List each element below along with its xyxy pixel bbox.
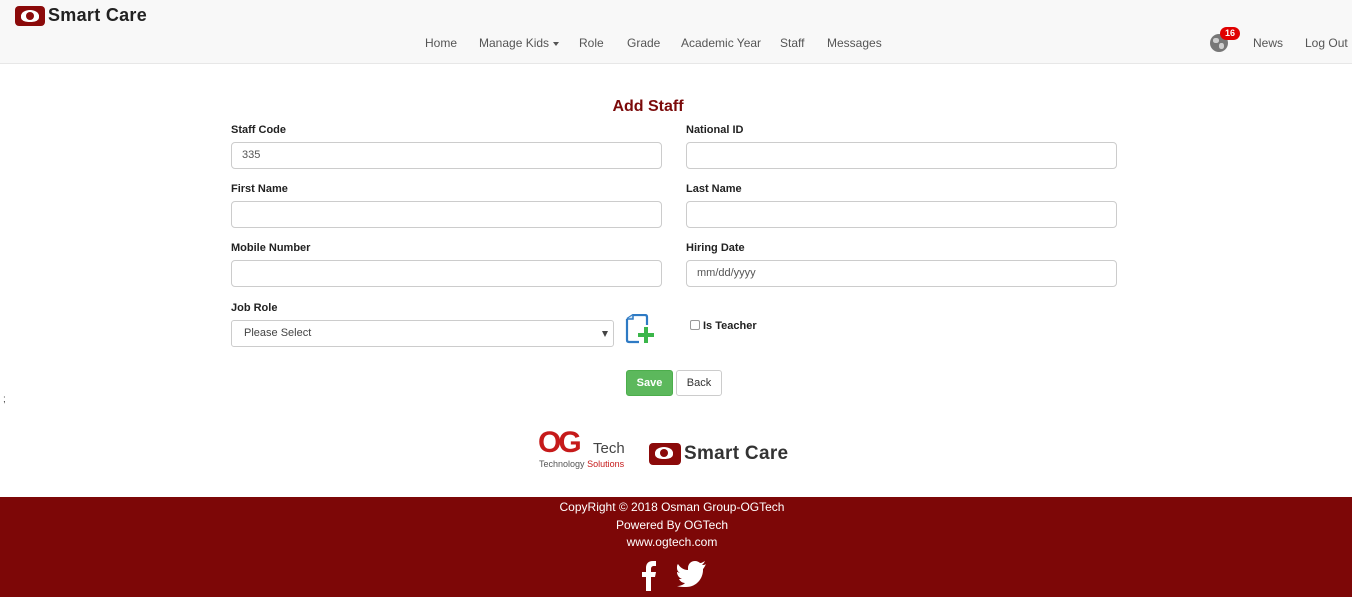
footer-copyright: CopyRight © 2018 Osman Group-OGTech <box>559 500 785 514</box>
job-role-select[interactable]: Please Select <box>231 320 614 347</box>
caret-down-icon <box>553 41 560 46</box>
brand-logo[interactable]: Smart Care <box>15 5 147 26</box>
nav-manage-kids[interactable]: Manage Kids <box>479 36 560 50</box>
nav-academic-year[interactable]: Academic Year <box>681 36 761 50</box>
nav-news[interactable]: News <box>1253 36 1283 50</box>
mobile-number-input[interactable] <box>231 260 662 287</box>
national-id-label: National ID <box>686 124 744 136</box>
nav-home[interactable]: Home <box>425 36 457 50</box>
back-button[interactable]: Back <box>676 370 722 396</box>
stray-text: ; <box>3 394 6 405</box>
smart-care-logo-icon <box>649 443 681 465</box>
nav-menu: Home Manage Kids Role Grade Academic Yea… <box>0 36 1352 52</box>
last-name-label: Last Name <box>686 183 742 195</box>
ogtech-tagline: Technology Solutions <box>539 459 624 469</box>
smart-care-logo-icon <box>15 5 45 26</box>
notification-badge: 16 <box>1220 27 1240 40</box>
smart-care-footer-logo: Smart Care <box>649 443 788 465</box>
ogtech-logo-word: Tech <box>593 440 625 457</box>
top-navbar: Smart Care Home Manage Kids Role Grade A… <box>0 0 1352 64</box>
job-role-label: Job Role <box>231 302 278 314</box>
nav-role[interactable]: Role <box>579 36 604 50</box>
mobile-number-label: Mobile Number <box>231 242 311 254</box>
nav-grade[interactable]: Grade <box>627 36 660 50</box>
hiring-date-input[interactable]: mm/dd/yyyy <box>686 260 1117 287</box>
page-title: Add Staff <box>612 98 684 115</box>
first-name-label: First Name <box>231 183 288 195</box>
ogtech-logo-letters: OG <box>538 426 582 459</box>
smart-care-footer-name: Smart Care <box>684 443 789 464</box>
facebook-icon[interactable] <box>640 561 660 591</box>
footer-website[interactable]: www.ogtech.com <box>0 535 1344 549</box>
brand-name: Smart Care <box>48 5 148 25</box>
save-button[interactable]: Save <box>626 370 673 396</box>
job-role-selected-value: Please Select <box>244 327 312 339</box>
twitter-icon[interactable] <box>677 561 707 587</box>
nav-logout[interactable]: Log Out <box>1305 36 1348 50</box>
is-teacher-label: Is Teacher <box>703 320 757 332</box>
staff-code-label: Staff Code <box>231 124 286 136</box>
ogtech-tagline-part2: Solutions <box>587 459 625 469</box>
dropdown-arrow-icon <box>602 331 608 337</box>
last-name-input[interactable] <box>686 201 1117 228</box>
hiring-date-label: Hiring Date <box>686 242 745 254</box>
national-id-input[interactable] <box>686 142 1117 169</box>
first-name-input[interactable] <box>231 201 662 228</box>
footer-powered-by: Powered By OGTech <box>615 518 729 532</box>
add-document-icon[interactable] <box>625 314 657 344</box>
is-teacher-checkbox[interactable] <box>690 320 700 330</box>
ogtech-logo: OG Tech Technology Solutions <box>538 428 633 470</box>
staff-code-input[interactable]: 335 <box>231 142 662 169</box>
nav-staff[interactable]: Staff <box>780 36 804 50</box>
nav-manage-kids-label: Manage Kids <box>479 36 550 50</box>
ogtech-tagline-part1: Technology <box>539 459 585 469</box>
nav-messages[interactable]: Messages <box>827 36 882 50</box>
